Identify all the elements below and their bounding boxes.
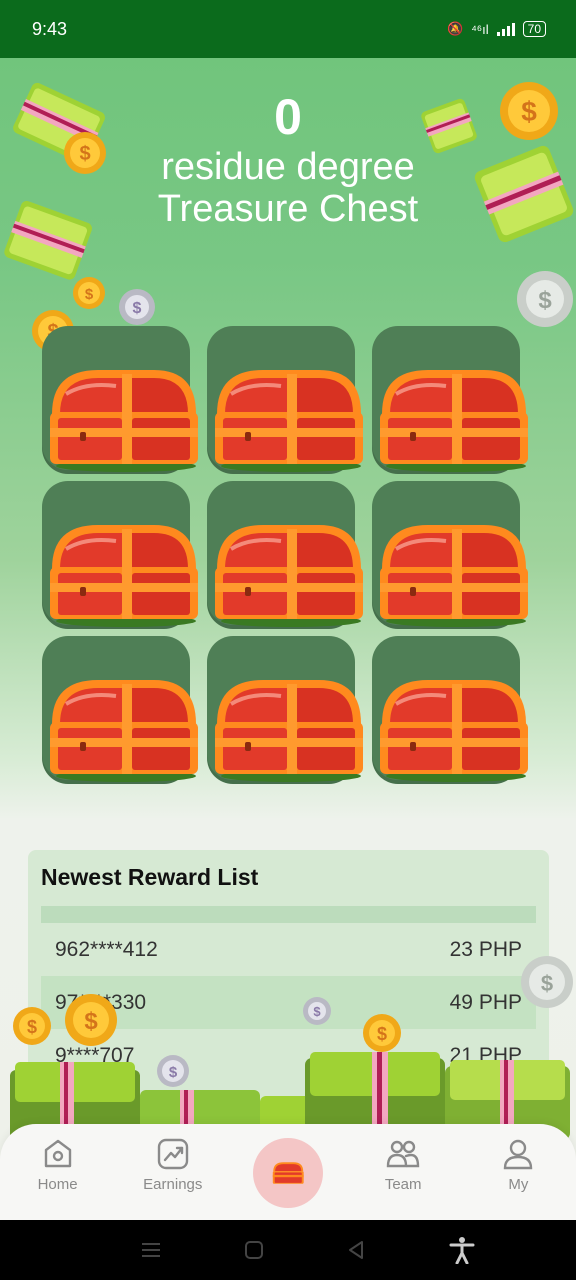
- reward-amount: 23 PHP: [449, 937, 522, 961]
- svg-text:$: $: [313, 1004, 321, 1019]
- chest-grid: [42, 326, 528, 784]
- tab-home-label: Home: [37, 1176, 78, 1193]
- status-icons: 🔕 ⁴⁶ıl 70: [447, 21, 546, 37]
- silver-coin-icon: $: [517, 271, 573, 327]
- chest-tile[interactable]: [207, 481, 363, 629]
- back-icon[interactable]: [346, 1240, 366, 1260]
- chest-tile[interactable]: [42, 636, 198, 784]
- tab-team-label: Team: [384, 1176, 422, 1193]
- status-bar: 9:43 🔕 ⁴⁶ıl 70: [0, 0, 576, 58]
- chest-header: 0 residue degree Treasure Chest: [0, 88, 576, 230]
- svg-text:$: $: [85, 286, 94, 303]
- tab-treasure-chest-button[interactable]: [252, 1138, 323, 1208]
- silver-coin-icon: $: [521, 956, 573, 1008]
- gold-coin-icon: $: [65, 994, 117, 1046]
- silver-coin-icon: $: [119, 289, 155, 325]
- svg-text:$: $: [133, 300, 142, 317]
- home-nav-icon[interactable]: [244, 1240, 264, 1260]
- svg-text:$: $: [27, 1017, 37, 1037]
- reward-amount: 49 PHP: [449, 990, 522, 1014]
- svg-text:$: $: [541, 971, 553, 996]
- network-label: ⁴⁶ıl: [471, 21, 489, 37]
- silver-coin-icon: $: [157, 1055, 189, 1087]
- treasure-chest-icon: [50, 370, 198, 472]
- reward-list-header: [41, 906, 536, 923]
- signal-icon: [496, 22, 515, 36]
- bottom-tab-bar: Home Earnings Team My: [0, 1124, 576, 1220]
- silver-coin-icon: $: [303, 997, 331, 1025]
- home-icon: [44, 1139, 71, 1168]
- menu-icon[interactable]: [141, 1241, 161, 1259]
- chest-tile[interactable]: [207, 636, 363, 784]
- tab-my-label: My: [508, 1176, 529, 1193]
- treasure-chest-icon: [380, 525, 528, 627]
- treasure-chest-icon: [50, 525, 198, 627]
- gold-coin-icon: $: [13, 1007, 51, 1045]
- tab-treasure-chest[interactable]: [238, 1136, 338, 1208]
- chest-tile[interactable]: [372, 636, 528, 784]
- svg-text:$: $: [84, 1008, 98, 1035]
- tab-my[interactable]: My: [468, 1136, 568, 1193]
- treasure-chest-icon: [215, 370, 363, 472]
- accessibility-icon[interactable]: [449, 1236, 475, 1264]
- header-subtitle: residue degree: [161, 146, 415, 188]
- earnings-chart-icon: [157, 1138, 188, 1170]
- reward-user: 962****412: [55, 937, 158, 961]
- treasure-chest-icon: [50, 680, 198, 782]
- tab-team[interactable]: Team: [353, 1136, 453, 1193]
- gold-coin-icon: $: [363, 1014, 401, 1052]
- team-icon: [386, 1140, 420, 1168]
- clock: 9:43: [32, 18, 68, 39]
- treasure-chest-icon: [380, 680, 528, 782]
- reward-list-title: Newest Reward List: [41, 864, 259, 890]
- remaining-count: 0: [274, 89, 302, 145]
- system-nav-bar: [0, 1220, 576, 1280]
- tab-earnings[interactable]: Earnings: [123, 1136, 223, 1193]
- treasure-chest-icon: [215, 680, 363, 782]
- bell-off-icon: 🔕: [447, 21, 464, 36]
- chest-tile[interactable]: [42, 481, 198, 629]
- treasure-chest-icon: [380, 370, 528, 472]
- gold-coin-icon: $: [73, 277, 105, 309]
- svg-text:$: $: [538, 287, 552, 314]
- chest-tile[interactable]: [207, 326, 363, 474]
- chest-tile[interactable]: [372, 481, 528, 629]
- tab-earnings-label: Earnings: [143, 1176, 203, 1193]
- chest-tile[interactable]: [42, 326, 198, 474]
- battery-icon: 70: [522, 21, 546, 37]
- user-icon: [504, 1139, 533, 1170]
- treasure-chest-icon: [215, 525, 363, 627]
- chest-tile[interactable]: [372, 326, 528, 474]
- svg-text:$: $: [169, 1064, 178, 1081]
- header-title: Treasure Chest: [157, 188, 419, 230]
- tab-home[interactable]: Home: [8, 1136, 108, 1193]
- svg-text:$: $: [377, 1024, 387, 1044]
- reward-row: 962****412 23 PHP: [41, 923, 536, 976]
- treasure-chest-icon: [272, 1162, 304, 1184]
